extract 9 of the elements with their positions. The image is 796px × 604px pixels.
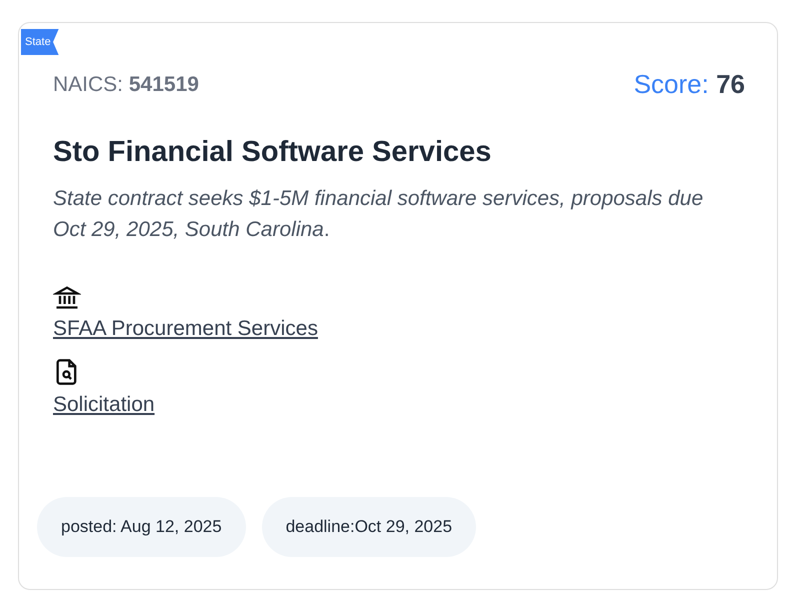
date-chip: posted: Aug 12, 2025 <box>37 497 246 557</box>
title: Sto Financial Software Services <box>53 136 492 169</box>
category-ribbon: State <box>21 29 59 55</box>
score: Score: 76 <box>634 69 745 100</box>
date-chip: deadline:Oct 29, 2025 <box>262 497 476 557</box>
description: State contract seeks $1-5M financial software services, proposals due Oct 29, 2025, South Carolina. <box>53 186 704 243</box>
link[interactable]: SFAA Procurement Services <box>53 317 318 341</box>
link[interactable]: Solicitation <box>53 393 155 417</box>
naics-code: NAICS: 541519 <box>53 72 199 96</box>
